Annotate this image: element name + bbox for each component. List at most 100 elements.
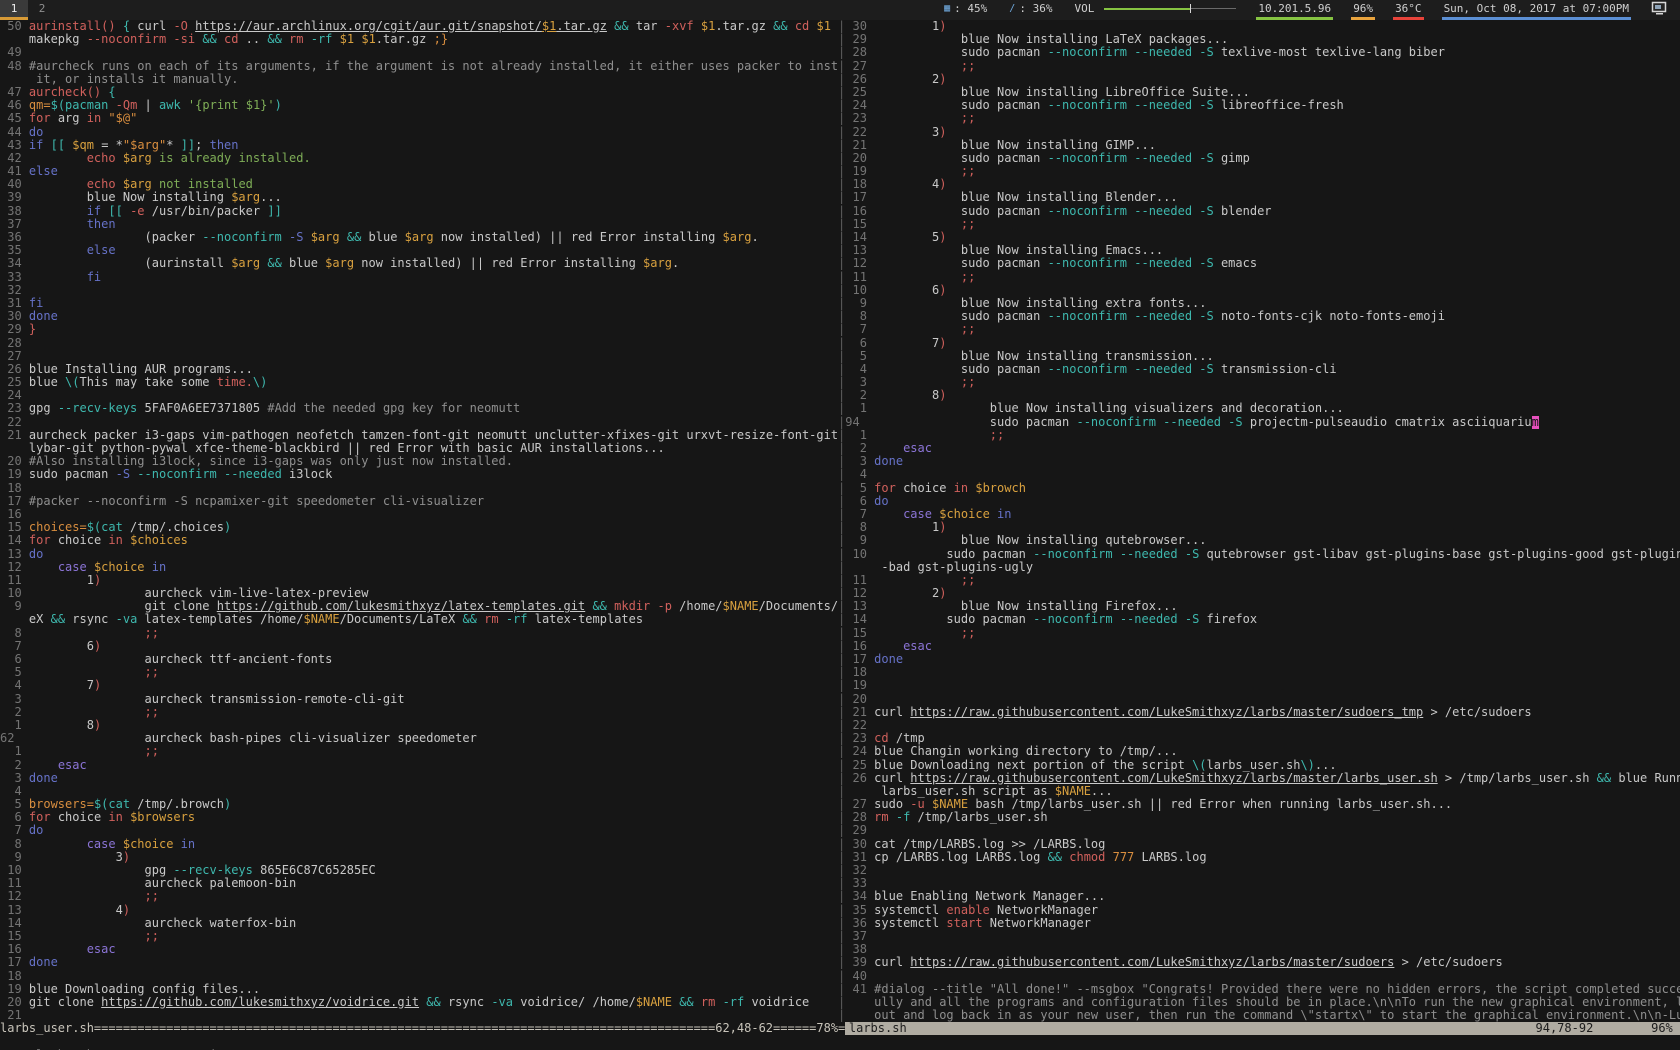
code-line: 25 blue Downloading next portion of the … [845,759,1680,772]
code-segment: ;; [961,323,975,336]
window-separator[interactable]: | [838,548,845,561]
code-segment: for [29,112,51,125]
window-separator[interactable]: | [838,759,845,772]
code-segment: 865E6C87C65285EC [253,864,376,877]
line-number: 30 [845,838,874,851]
code-line: 39 blue Now installing $arg... [0,191,838,204]
window-separator[interactable]: | [838,323,845,336]
code-line: 29 [845,824,1680,837]
code-segment: $arg [325,257,354,270]
window-separator[interactable]: | [838,139,845,152]
window-separator[interactable]: | [838,956,845,969]
volume-handle[interactable] [1190,4,1191,13]
line-number: 3 [845,455,874,468]
window-separator[interactable]: | [838,679,845,692]
window-separator[interactable]: | [838,46,845,59]
workspace-2-button[interactable]: 2 [28,0,56,20]
window-separator[interactable]: | [838,271,845,284]
code-segment: https://github.com/lukesmithxyz/voidrice… [101,996,419,1009]
code-segment: $arg [643,257,672,270]
code-segment: ; [195,139,209,152]
code-line: 38 if [[ -e /usr/bin/packer ]] [0,205,838,218]
window-separator[interactable]: | [838,693,845,706]
statusline-cursor-position: 94,78-92 [1536,1022,1594,1035]
temperature-label: 36°C [1395,2,1422,15]
line-number: 21 [0,429,29,442]
code-segment: blue Now installing transmission... [874,350,1214,363]
code-segment: ;; [145,666,159,679]
code-line: 31 fi [0,297,838,310]
window-separator[interactable]: | [838,534,845,547]
code-line: 32 [0,284,838,297]
window-separator[interactable]: | [838,257,845,270]
window-separator[interactable]: | [838,627,845,640]
code-line: 9 git clone https://github.com/lukesmith… [0,600,838,613]
line-number: 34 [0,257,29,270]
window-separator[interactable]: | [838,416,845,429]
code-segment: /tmp [889,732,925,745]
vim-editor[interactable]: 50 aurinstall() { curl -O https://aur.ar… [0,20,1680,1050]
code-line: 42 echo $arg is already installed. [0,152,838,165]
window-separator[interactable]: | [838,983,845,996]
window-separator[interactable]: | [838,890,845,903]
buffer-rows[interactable]: 50 aurinstall() { curl -O https://aur.ar… [0,20,1680,1022]
window-separator[interactable]: | [838,191,845,204]
window-separator[interactable]: | [838,904,845,917]
line-number: 4 [845,468,874,481]
workspace-1-button[interactable]: 1 [0,0,28,20]
command-line[interactable]: "larbs.sh" 136L, 5648C written [0,1035,1680,1048]
code-line: 32 [845,864,1680,877]
code-segment: blue Enabling Network Manager... [874,890,1105,903]
window-separator[interactable]: | [838,468,845,481]
window-separator[interactable]: | [838,350,845,363]
line-number: 13 [845,244,874,257]
window-separator[interactable]: | [838,112,845,125]
window-separator[interactable]: | [838,205,845,218]
window-separator[interactable]: | [838,495,845,508]
code-segment: ]] [267,205,281,218]
code-line: 19 blue Downloading config files... [0,983,838,996]
code-row: 8 case $choice in| 30 cat /tmp/LARBS.log… [0,838,1680,851]
volume-slider[interactable] [1104,4,1236,13]
window-separator[interactable]: | [838,838,845,851]
window-separator[interactable]: | [838,126,845,139]
systray-terminal-icon[interactable] [1649,0,1670,20]
code-line: 21 blue Now installing GIMP... [845,139,1680,152]
window-separator[interactable]: | [838,706,845,719]
code-segment: 1 [874,521,939,534]
window-separator[interactable]: | [838,772,845,785]
code-segment [831,20,838,33]
code-line: 21 aurcheck packer i3-gaps vim-pathogen … [0,429,838,442]
window-separator[interactable]: | [838,60,845,73]
code-segment [116,152,123,165]
window-separator[interactable]: | [838,824,845,837]
code-segment: in [997,508,1011,521]
window-separator[interactable]: | [838,745,845,758]
window-separator[interactable]: | [838,337,845,350]
window-separator[interactable]: | [838,284,845,297]
code-segment: /tmp/.browch [130,798,224,811]
code-line: 15 ;; [0,930,838,943]
window-separator[interactable]: | [838,970,845,983]
window-separator[interactable]: | [838,73,845,86]
line-number: 29 [845,824,874,837]
code-segment: $arg [231,257,260,270]
code-segment [29,178,87,191]
code-row: 14 aurcheck waterfox-bin| 36 systemctl s… [0,917,1680,930]
window-separator[interactable]: | [838,402,845,415]
code-segment [29,838,87,851]
code-segment: rm [289,33,303,46]
line-number: 35 [845,904,874,917]
window-separator[interactable]: | [838,613,845,626]
line-number: 11 [845,271,874,284]
line-number: 17 [0,495,29,508]
code-segment: ... [1091,785,1113,798]
window-separator[interactable]: | [838,1009,845,1022]
window-separator[interactable]: | [838,561,845,574]
code-segment: -rf [311,33,333,46]
code-segment [29,745,145,758]
window-separator[interactable]: | [838,482,845,495]
code-segment: aurcheck waterfox-bin [29,917,296,930]
window-separator[interactable]: | [838,917,845,930]
code-segment: $qm [72,139,94,152]
